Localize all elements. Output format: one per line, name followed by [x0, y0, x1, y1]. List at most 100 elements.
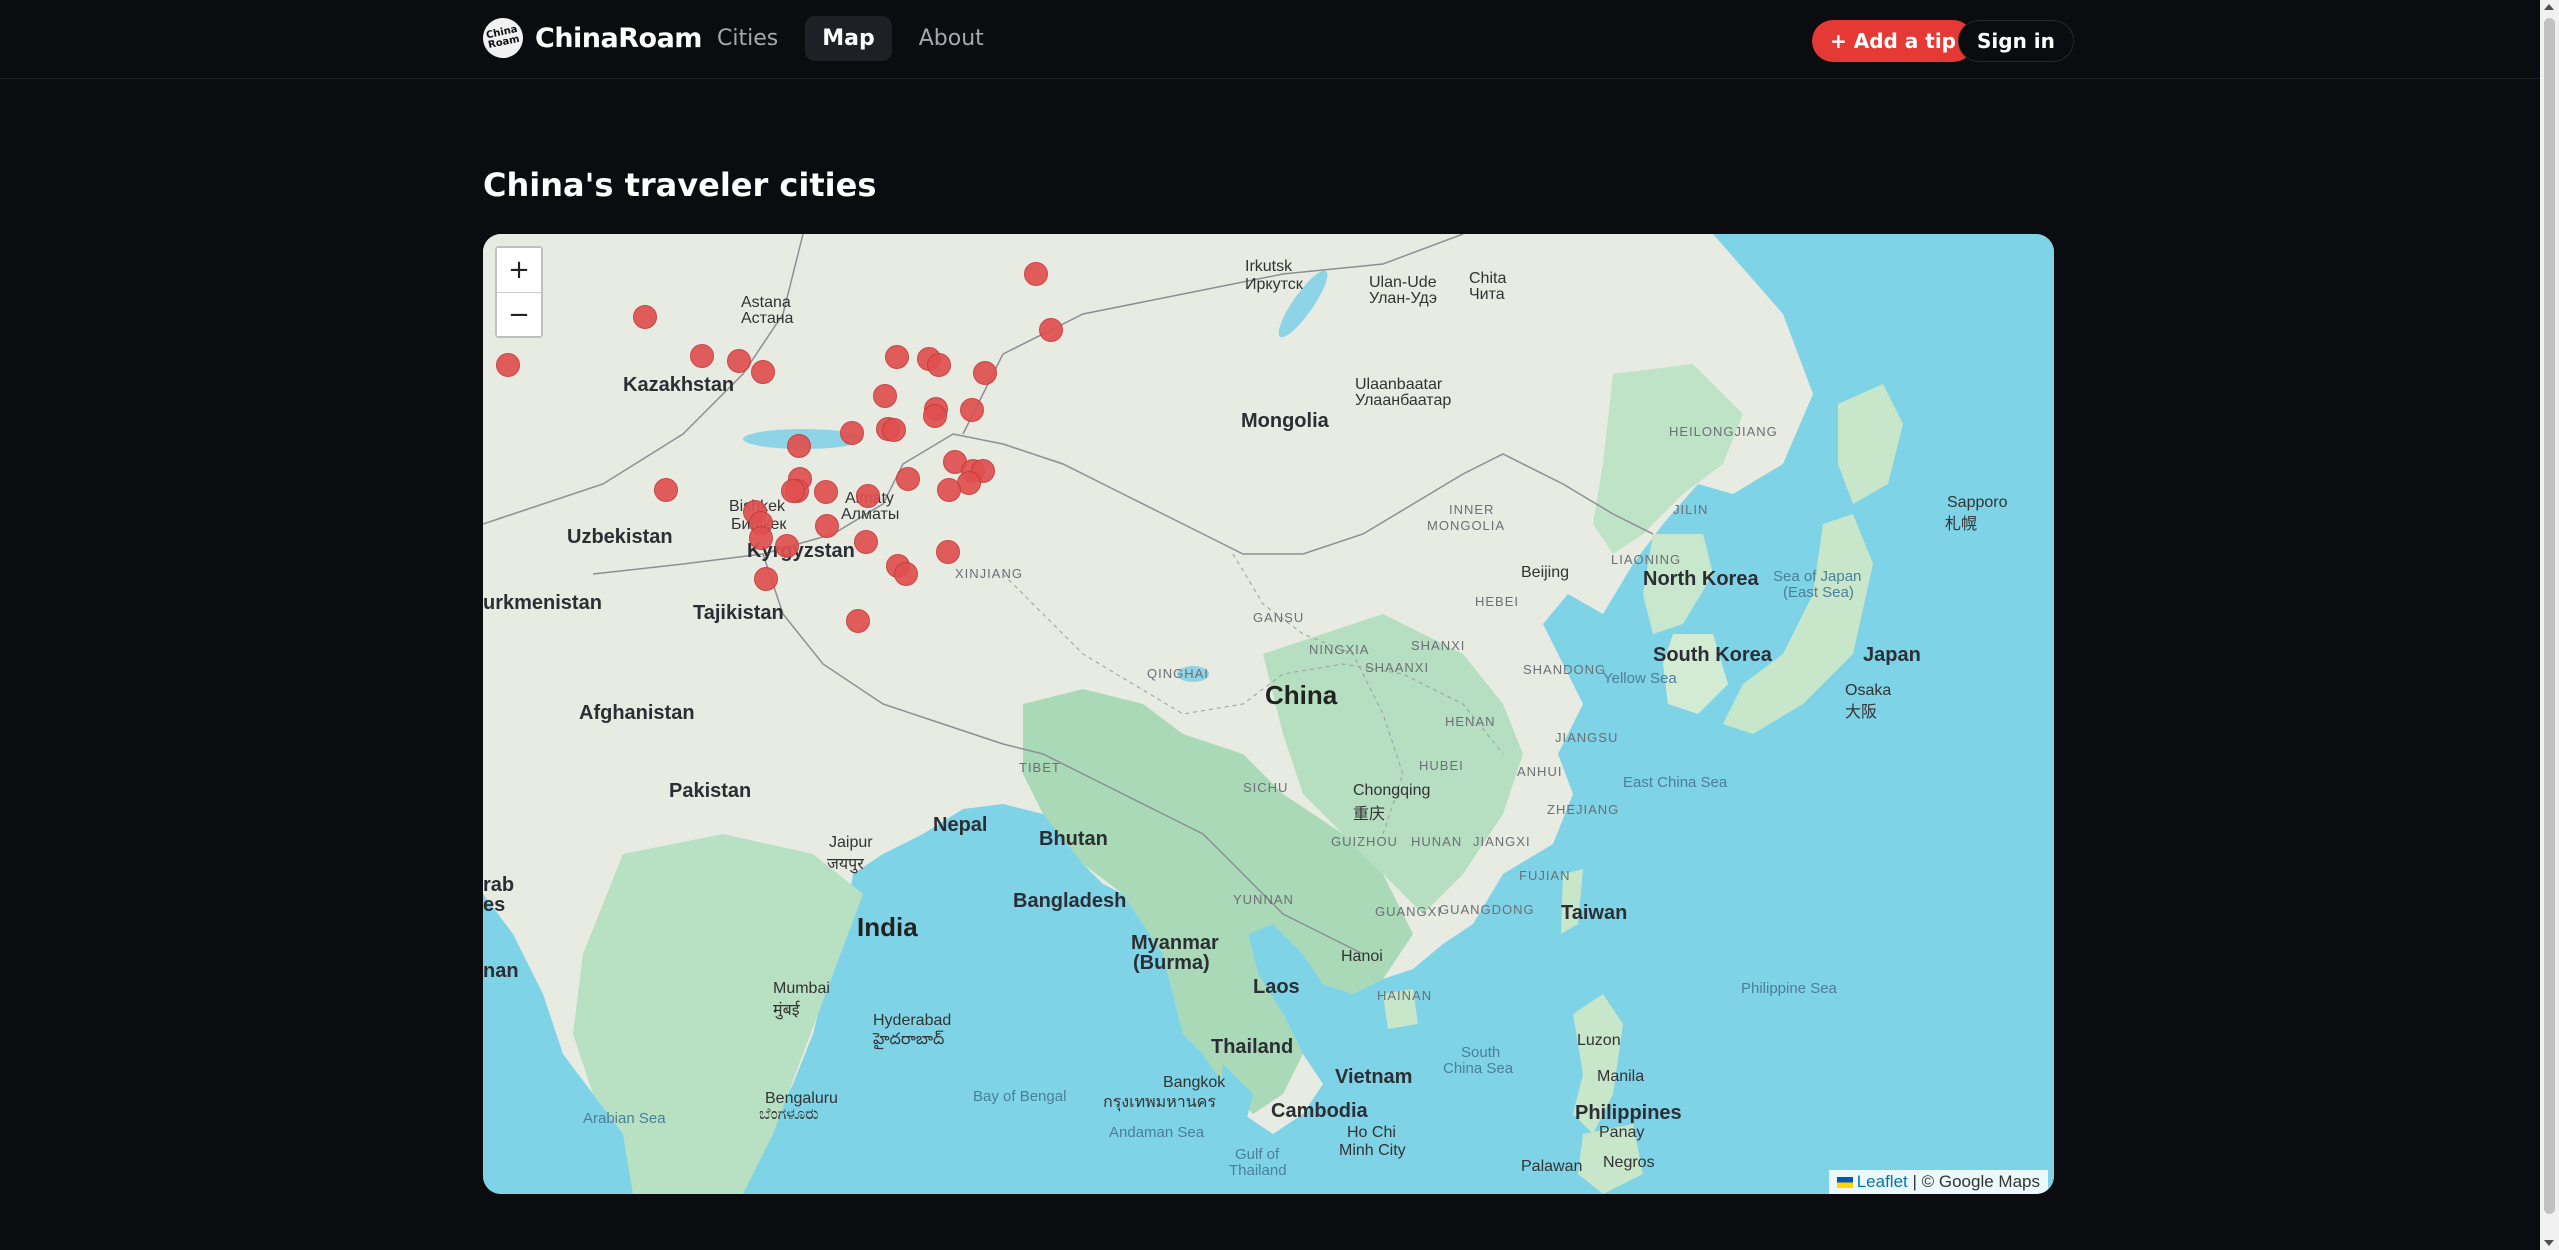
map-label-bangladesh: Bangladesh — [1013, 890, 1127, 912]
map-label-irkutsk: Irkutsk — [1245, 258, 1293, 275]
map-label-philippines: Philippines — [1575, 1102, 1682, 1124]
zoom-in-button[interactable]: + — [497, 248, 541, 292]
cities-map[interactable]: Astana Астана Kazakhstan Irkutsk Иркутск… — [483, 234, 2054, 1194]
map-label-zhejiang: ZHEJIANG — [1547, 802, 1620, 817]
map-label-vietnam: Vietnam — [1335, 1066, 1413, 1088]
city-marker[interactable] — [727, 349, 751, 373]
map-label-anhui: ANHUI — [1517, 764, 1563, 779]
map-label-gulf-thailand-1: Gulf of — [1235, 1146, 1280, 1163]
scroll-down-icon[interactable] — [2544, 1240, 2554, 1246]
city-marker[interactable] — [885, 345, 909, 369]
map-label-hunan: HUNAN — [1411, 834, 1463, 849]
city-marker[interactable] — [882, 418, 906, 442]
map-label-chongqing: Chongqing — [1353, 782, 1431, 799]
map-label-inner-mongolia-2: MONGOLIA — [1427, 518, 1506, 533]
city-marker[interactable] — [896, 467, 920, 491]
city-marker[interactable] — [749, 526, 773, 550]
map-label-sea-of-japan-1: Sea of Japan — [1773, 568, 1862, 585]
city-marker[interactable] — [781, 479, 805, 503]
main-nav: Cities Map About — [700, 16, 1001, 61]
map-label-south-china-sea-1: South — [1461, 1044, 1501, 1061]
page-scrollbar[interactable] — [2540, 0, 2559, 1250]
map-label-fujian: FUJIAN — [1519, 868, 1571, 883]
map-label-sapporo-native: 札幌 — [1945, 516, 1978, 533]
map-label-bangkok-native: กรุงเทพมหานคร — [1103, 1094, 1216, 1111]
add-tip-button[interactable]: + Add a tip — [1812, 20, 1974, 62]
map-label-qinghai: QINGHAI — [1147, 666, 1209, 681]
city-marker[interactable] — [787, 434, 811, 458]
city-marker[interactable] — [960, 398, 984, 422]
map-label-luzon: Luzon — [1577, 1032, 1621, 1049]
map-label-palawan: Palawan — [1521, 1158, 1583, 1175]
map-label-sea-of-japan-2: (East Sea) — [1783, 584, 1854, 601]
map-label-jiangxi: JIANGXI — [1473, 834, 1531, 849]
city-marker[interactable] — [690, 344, 714, 368]
scroll-up-icon[interactable] — [2544, 4, 2554, 10]
city-marker[interactable] — [815, 514, 839, 538]
nav-cities[interactable]: Cities — [700, 16, 795, 61]
map-label-bay-of-bengal: Bay of Bengal — [973, 1088, 1067, 1105]
map-label-henan: HENAN — [1445, 714, 1496, 729]
sign-in-button[interactable]: Sign in — [1958, 20, 2074, 62]
city-marker[interactable] — [937, 478, 961, 502]
map-label-hanoi: Hanoi — [1341, 948, 1383, 965]
map-label-shanxi: SHANXI — [1411, 638, 1466, 653]
city-marker[interactable] — [927, 353, 951, 377]
city-marker[interactable] — [846, 609, 870, 633]
city-marker[interactable] — [754, 567, 778, 591]
brand-logo: China Roam — [479, 14, 527, 62]
map-label-jilin: JILIN — [1673, 502, 1709, 517]
city-marker[interactable] — [936, 540, 960, 564]
map-label-heilongjiang: HEILONGJIANG — [1669, 424, 1778, 439]
scrollbar-thumb[interactable] — [2544, 18, 2555, 1214]
map-label-mumbai: Mumbai — [773, 980, 830, 997]
map-label-japan: Japan — [1863, 644, 1921, 666]
map-label-india: India — [857, 912, 918, 942]
city-marker[interactable] — [751, 360, 775, 384]
city-marker[interactable] — [654, 478, 678, 502]
map-label-east-china-sea: East China Sea — [1623, 774, 1728, 791]
map-label-uzbekistan: Uzbekistan — [567, 526, 673, 548]
city-marker[interactable] — [840, 421, 864, 445]
map-label-jaipur-native: जयपुर — [827, 856, 864, 873]
city-marker[interactable] — [854, 530, 878, 554]
city-marker[interactable] — [814, 480, 838, 504]
top-navbar: China Roam ChinaRoam Cities Map About + … — [0, 0, 2540, 79]
city-marker[interactable] — [633, 305, 657, 329]
map-label-pakistan: Pakistan — [669, 780, 752, 802]
map-label-mongolia: Mongolia — [1241, 410, 1329, 432]
brand[interactable]: China Roam ChinaRoam — [479, 14, 702, 62]
map-label-hyderabad: Hyderabad — [873, 1012, 952, 1029]
map-label-irkutsk-native: Иркутск — [1245, 276, 1303, 293]
map-label-china: China — [1265, 680, 1338, 710]
map-label-hubei: HUBEI — [1419, 758, 1464, 773]
city-marker[interactable] — [1024, 262, 1048, 286]
city-marker[interactable] — [873, 384, 897, 408]
map-label-bengaluru-native: ಬೆಂಗಳೂರು — [759, 1106, 819, 1123]
nav-map[interactable]: Map — [805, 16, 892, 61]
city-marker[interactable] — [775, 534, 799, 558]
city-marker[interactable] — [923, 404, 947, 428]
map-label-oman: nan — [483, 960, 519, 982]
map-label-south-china-sea-2: China Sea — [1443, 1060, 1514, 1077]
page-title: China's traveler cities — [483, 166, 877, 204]
map-label-laos: Laos — [1253, 976, 1300, 998]
leaflet-link[interactable]: Leaflet — [1857, 1172, 1908, 1191]
zoom-out-button[interactable]: − — [497, 292, 541, 336]
city-marker[interactable] — [973, 361, 997, 385]
map-label-arab-2: es — [483, 894, 506, 916]
map-label-liaoning: LIAONING — [1611, 552, 1682, 567]
map-label-hebei: HEBEI — [1475, 594, 1520, 609]
map-label-panay: Panay — [1599, 1124, 1645, 1141]
brand-name: ChinaRoam — [535, 22, 702, 54]
map-label-mumbai-native: मुंबई — [773, 1002, 800, 1019]
map-label-guangdong: GUANGDONG — [1439, 902, 1535, 917]
map-attribution: Leaflet | © Google Maps — [1828, 1170, 2048, 1194]
city-marker[interactable] — [496, 353, 520, 377]
map-label-sichuan: SICHU — [1243, 780, 1289, 795]
city-marker[interactable] — [1039, 318, 1063, 342]
city-marker[interactable] — [894, 562, 918, 586]
city-marker[interactable] — [856, 484, 880, 508]
map-label-ho-chi-minh: Ho Chi — [1347, 1124, 1396, 1141]
nav-about[interactable]: About — [902, 16, 1001, 61]
